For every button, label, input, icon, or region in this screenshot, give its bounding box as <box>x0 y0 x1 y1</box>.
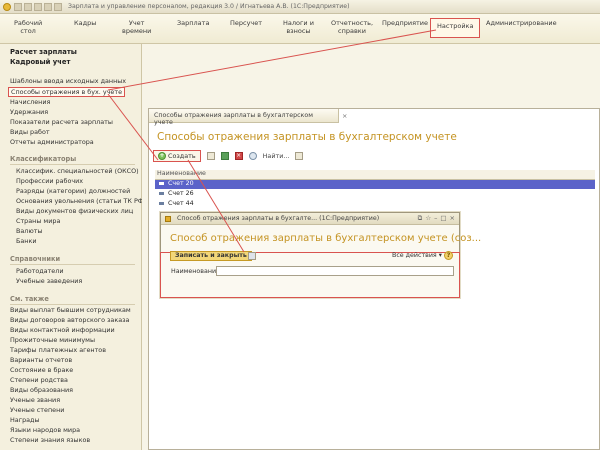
section-reporting[interactable]: Отчетность, справки <box>331 19 373 35</box>
nav-item[interactable]: Начисления <box>10 98 50 106</box>
row-marker-icon <box>159 202 164 205</box>
nav-item[interactable]: Ученые степени <box>10 406 64 414</box>
save-and-close-button[interactable]: Записать и закрыть <box>170 251 252 261</box>
classifiers-header: Классификаторы <box>10 155 77 163</box>
copy-icon[interactable] <box>206 152 215 160</box>
nav-item[interactable]: Степени родства <box>10 376 68 384</box>
column-header-name[interactable]: Наименование <box>155 170 595 180</box>
home-icon[interactable] <box>34 3 42 11</box>
find-button[interactable]: Найти... <box>263 152 290 160</box>
nav-item[interactable]: Виды контактной информации <box>10 326 115 334</box>
nav-item[interactable]: Виды документов физических лиц <box>16 207 133 215</box>
nav-item[interactable]: Профессии рабочих <box>16 177 83 185</box>
dialog-heading: Способ отражения зарплаты в бухгалтерско… <box>170 233 482 244</box>
quick-access-toolbar <box>14 3 62 11</box>
list-toolbar: + Создать × Найти... <box>153 149 304 163</box>
name-field[interactable] <box>216 266 454 276</box>
page-title: Способы отражения зарплаты в бухгалтерск… <box>157 131 457 143</box>
nav-item[interactable]: Награды <box>10 416 40 424</box>
nav-item[interactable]: Ученые звания <box>10 396 60 404</box>
nav-hr-accounting[interactable]: Кадровый учет <box>10 58 70 66</box>
history-icon[interactable] <box>44 3 52 11</box>
star-icon[interactable]: ☆ <box>425 215 431 222</box>
plus-icon: + <box>158 152 166 160</box>
table-row[interactable]: Счет 20 <box>155 180 595 189</box>
search-icon[interactable] <box>248 152 257 160</box>
see-also-header: См. также <box>10 295 49 303</box>
link-icon[interactable]: ⧉ <box>418 215 423 222</box>
maximize-icon[interactable]: □ <box>440 215 446 222</box>
app-logo-icon <box>3 3 11 11</box>
table-row[interactable]: Счет 44 <box>155 200 595 209</box>
nav-item[interactable]: Удержания <box>10 108 48 116</box>
row-marker-icon <box>159 192 164 195</box>
title-bar: Зарплата и управление персоналом, редакц… <box>0 0 600 14</box>
app-icon <box>165 216 171 222</box>
nav-item[interactable]: Показатели расчета зарплаты <box>10 118 113 126</box>
nav-item[interactable]: Классифик. специальностей (ОКСО) <box>16 167 139 175</box>
create-button[interactable]: + Создать <box>153 150 201 162</box>
window-title: Зарплата и управление персоналом, редакц… <box>68 3 350 10</box>
section-time-tracking[interactable]: Учет времени <box>122 19 151 35</box>
nav-item[interactable]: Варианты отчетов <box>10 356 72 364</box>
section-administration[interactable]: Администрирование <box>486 19 557 27</box>
nav-item[interactable]: Основания увольнения (статьи ТК РФ) <box>16 197 146 205</box>
divider <box>10 164 135 165</box>
dialog-title-bar: Способ отражения зарплаты в бухгалте... … <box>161 213 459 225</box>
all-actions-menu[interactable]: Все действия ▾ <box>392 252 442 259</box>
cancel-search-icon[interactable] <box>295 152 304 160</box>
nav-item[interactable]: Виды образования <box>10 386 73 394</box>
row-marker-icon <box>159 182 164 185</box>
nav-item[interactable]: Разряды (категории) должностей <box>16 187 130 195</box>
section-settings[interactable]: Настройка <box>430 18 481 38</box>
nav-item[interactable]: Шаблоны ввода исходных данных <box>10 77 126 85</box>
divider <box>10 304 135 305</box>
nav-item[interactable]: Степени знания языков <box>10 436 90 444</box>
nav-item[interactable]: Учебные заведения <box>16 277 82 285</box>
close-icon[interactable]: × <box>450 215 455 222</box>
save-icon[interactable] <box>248 252 256 260</box>
nav-item[interactable]: Виды выплат бывшим сотрудникам <box>10 306 131 314</box>
nav-item[interactable]: Тарифы платежных агентов <box>10 346 106 354</box>
section-taxes[interactable]: Налоги и взносы <box>283 19 314 35</box>
nav-item[interactable]: Языки народов мира <box>10 426 80 434</box>
references-header: Справочники <box>10 255 61 263</box>
section-enterprise[interactable]: Предприятие <box>382 19 428 27</box>
nav-item[interactable]: Банки <box>16 237 37 245</box>
section-desktop[interactable]: Рабочий стол <box>14 19 42 35</box>
nav-item[interactable]: Виды работ <box>10 128 50 136</box>
edit-icon[interactable] <box>220 152 229 160</box>
section-hr[interactable]: Кадры <box>74 19 96 27</box>
favorites-icon[interactable] <box>54 3 62 11</box>
navigation-panel: Расчет зарплаты Кадровый учет Шаблоны вв… <box>0 44 146 450</box>
divider <box>10 264 135 265</box>
delete-icon[interactable]: × <box>234 152 243 160</box>
sections-panel: Рабочий стол Кадры Учет времени Зарплата… <box>0 14 600 44</box>
section-payroll[interactable]: Зарплата <box>177 19 209 27</box>
nav-item[interactable]: Отчеты администратора <box>10 138 94 146</box>
table-row[interactable]: Счет 26 <box>155 190 595 199</box>
help-icon[interactable]: ? <box>444 251 453 260</box>
nav-item[interactable]: Виды договоров авторского заказа <box>10 316 129 324</box>
nav-item[interactable]: Валюты <box>16 227 43 235</box>
nav-item[interactable]: Состояние в браке <box>10 366 73 374</box>
close-icon[interactable]: × <box>342 112 347 120</box>
nav-payroll-calc[interactable]: Расчет зарплаты <box>10 48 77 56</box>
nav-accounting-methods[interactable]: Способы отражения в бух. учете <box>8 87 126 97</box>
section-personal-accounting[interactable]: Персучет <box>230 19 262 27</box>
nav-item[interactable]: Работодатели <box>16 267 63 275</box>
back-icon[interactable] <box>14 3 22 11</box>
nav-item[interactable]: Прожиточные минимумы <box>10 336 95 344</box>
tab-accounting-methods[interactable]: Способы отражения зарплаты в бухгалтерск… <box>149 109 339 126</box>
name-label: Наименование: <box>171 268 223 275</box>
forward-icon[interactable] <box>24 3 32 11</box>
nav-item[interactable]: Страны мира <box>16 217 60 225</box>
minimize-icon[interactable]: – <box>434 215 437 222</box>
